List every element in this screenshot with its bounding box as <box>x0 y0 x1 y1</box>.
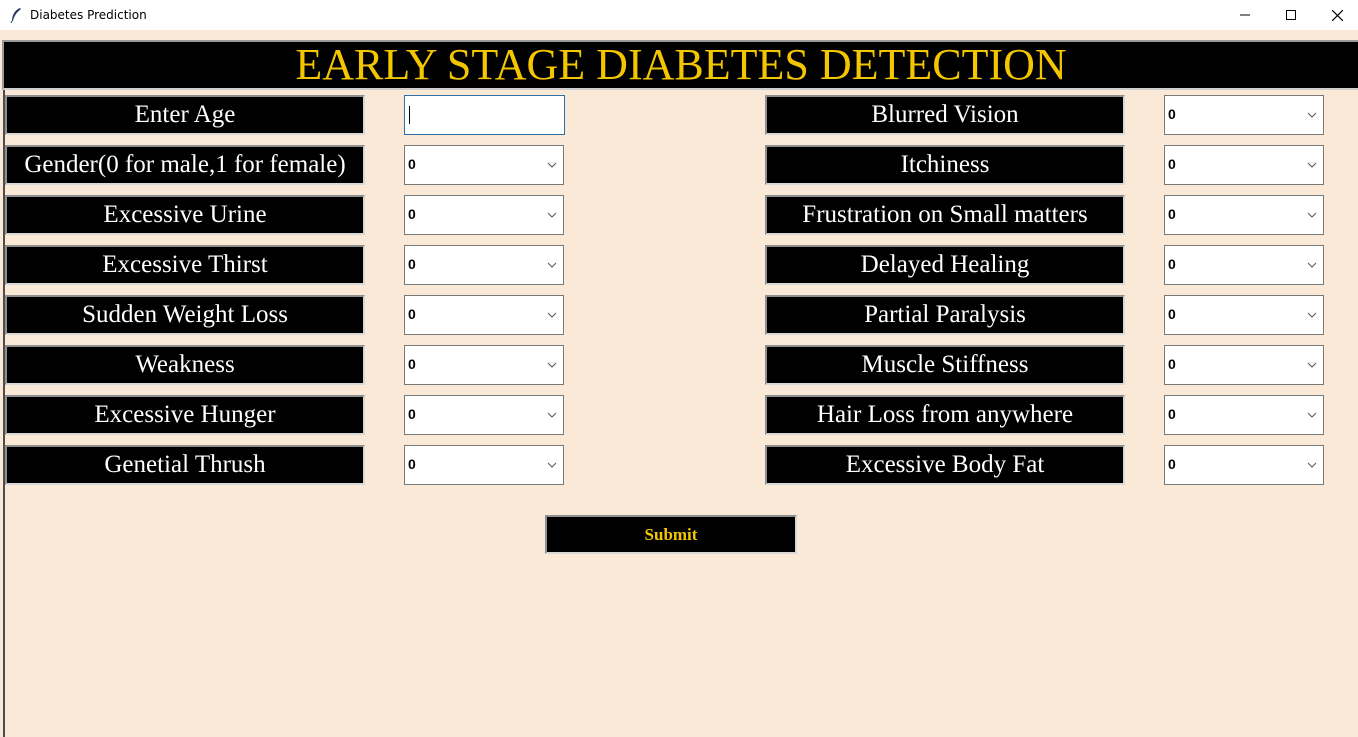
excessive-body-fat-label: Excessive Body Fat <box>765 445 1125 485</box>
excessive-hunger-label: Excessive Hunger <box>5 395 365 435</box>
itchiness-label-text: Itchiness <box>900 151 990 178</box>
gender-select-value: 0 <box>408 156 416 172</box>
chevron-down-icon <box>547 462 557 468</box>
weakness-label: Weakness <box>5 345 365 385</box>
excessive-thirst-label: Excessive Thirst <box>5 245 365 285</box>
age-input[interactable] <box>404 95 565 135</box>
partial-paralysis-label: Partial Paralysis <box>765 295 1125 335</box>
close-icon <box>1331 9 1343 21</box>
excessive-body-fat-select[interactable]: 0 <box>1164 445 1324 485</box>
chevron-down-icon <box>1307 112 1317 118</box>
excessive-hunger-select[interactable]: 0 <box>404 395 564 435</box>
app-header: EARLY STAGE DIABETES DETECTION <box>2 40 1358 90</box>
excessive-hunger-select-value: 0 <box>408 406 416 422</box>
partial-paralysis-select[interactable]: 0 <box>1164 295 1324 335</box>
muscle-stiffness-label-text: Muscle Stiffness <box>861 351 1029 378</box>
excessive-urine-label: Excessive Urine <box>5 195 365 235</box>
blurred-vision-select-value: 0 <box>1168 106 1176 122</box>
page-title: EARLY STAGE DIABETES DETECTION <box>295 40 1067 89</box>
hair-loss-select-value: 0 <box>1168 406 1176 422</box>
genetial-thrush-label: Genetial Thrush <box>5 445 365 485</box>
feather-icon <box>10 8 21 23</box>
excessive-urine-select-value: 0 <box>408 206 416 222</box>
chevron-down-icon <box>1307 362 1317 368</box>
maximize-button[interactable] <box>1268 0 1314 30</box>
maximize-icon <box>1286 10 1296 20</box>
excessive-thirst-label-text: Excessive Thirst <box>102 251 268 278</box>
itchiness-select-value: 0 <box>1168 156 1176 172</box>
delayed-healing-select-value: 0 <box>1168 256 1176 272</box>
window-title: Diabetes Prediction <box>30 8 147 22</box>
hair-loss-select[interactable]: 0 <box>1164 395 1324 435</box>
itchiness-label: Itchiness <box>765 145 1125 185</box>
muscle-stiffness-select[interactable]: 0 <box>1164 345 1324 385</box>
blurred-vision-label-text: Blurred Vision <box>871 101 1019 128</box>
frustration-select-value: 0 <box>1168 206 1176 222</box>
minimize-icon <box>1240 14 1250 16</box>
age-label-text: Enter Age <box>134 101 236 128</box>
excessive-thirst-select-value: 0 <box>408 256 416 272</box>
chevron-down-icon <box>547 262 557 268</box>
submit-button-label: Submit <box>644 524 698 544</box>
excessive-thirst-select[interactable]: 0 <box>404 245 564 285</box>
text-caret <box>409 106 410 124</box>
chevron-down-icon <box>547 162 557 168</box>
sudden-weight-loss-label-text: Sudden Weight Loss <box>82 301 288 328</box>
excessive-urine-select[interactable]: 0 <box>404 195 564 235</box>
chevron-down-icon <box>1307 412 1317 418</box>
close-button[interactable] <box>1314 0 1358 30</box>
delayed-healing-select[interactable]: 0 <box>1164 245 1324 285</box>
itchiness-select[interactable]: 0 <box>1164 145 1324 185</box>
muscle-stiffness-select-value: 0 <box>1168 356 1176 372</box>
chevron-down-icon <box>547 362 557 368</box>
muscle-stiffness-label: Muscle Stiffness <box>765 345 1125 385</box>
sudden-weight-loss-select-value: 0 <box>408 306 416 322</box>
excessive-body-fat-select-value: 0 <box>1168 456 1176 472</box>
chevron-down-icon <box>1307 462 1317 468</box>
chevron-down-icon <box>1307 312 1317 318</box>
frustration-label-text: Frustration on Small matters <box>802 201 1088 228</box>
chevron-down-icon <box>547 212 557 218</box>
chevron-down-icon <box>1307 262 1317 268</box>
weakness-select[interactable]: 0 <box>404 345 564 385</box>
genetial-thrush-select[interactable]: 0 <box>404 445 564 485</box>
sudden-weight-loss-select[interactable]: 0 <box>404 295 564 335</box>
minimize-button[interactable] <box>1222 0 1268 30</box>
age-label: Enter Age <box>5 95 365 135</box>
excessive-body-fat-label-text: Excessive Body Fat <box>845 451 1045 478</box>
delayed-healing-label: Delayed Healing <box>765 245 1125 285</box>
blurred-vision-label: Blurred Vision <box>765 95 1125 135</box>
weakness-select-value: 0 <box>408 356 416 372</box>
partial-paralysis-label-text: Partial Paralysis <box>864 301 1026 328</box>
gender-label: Gender(0 for male,1 for female) <box>5 145 365 185</box>
excessive-hunger-label-text: Excessive Hunger <box>94 401 276 428</box>
frustration-select[interactable]: 0 <box>1164 195 1324 235</box>
genetial-thrush-label-text: Genetial Thrush <box>104 451 266 478</box>
sudden-weight-loss-label: Sudden Weight Loss <box>5 295 365 335</box>
chevron-down-icon <box>547 312 557 318</box>
window-titlebar: Diabetes Prediction <box>0 0 1358 30</box>
hair-loss-label: Hair Loss from anywhere <box>765 395 1125 435</box>
delayed-healing-label-text: Delayed Healing <box>860 251 1030 278</box>
genetial-thrush-select-value: 0 <box>408 456 416 472</box>
age-input-field[interactable] <box>405 96 559 132</box>
submit-button[interactable]: Submit <box>545 515 797 554</box>
blurred-vision-select[interactable]: 0 <box>1164 95 1324 135</box>
chevron-down-icon <box>1307 212 1317 218</box>
gender-label-text: Gender(0 for male,1 for female) <box>24 151 346 178</box>
frustration-label: Frustration on Small matters <box>765 195 1125 235</box>
partial-paralysis-select-value: 0 <box>1168 306 1176 322</box>
hair-loss-label-text: Hair Loss from anywhere <box>816 401 1074 428</box>
chevron-down-icon <box>547 412 557 418</box>
chevron-down-icon <box>1307 162 1317 168</box>
excessive-urine-label-text: Excessive Urine <box>103 201 267 228</box>
weakness-label-text: Weakness <box>135 351 235 378</box>
gender-select[interactable]: 0 <box>404 145 564 185</box>
